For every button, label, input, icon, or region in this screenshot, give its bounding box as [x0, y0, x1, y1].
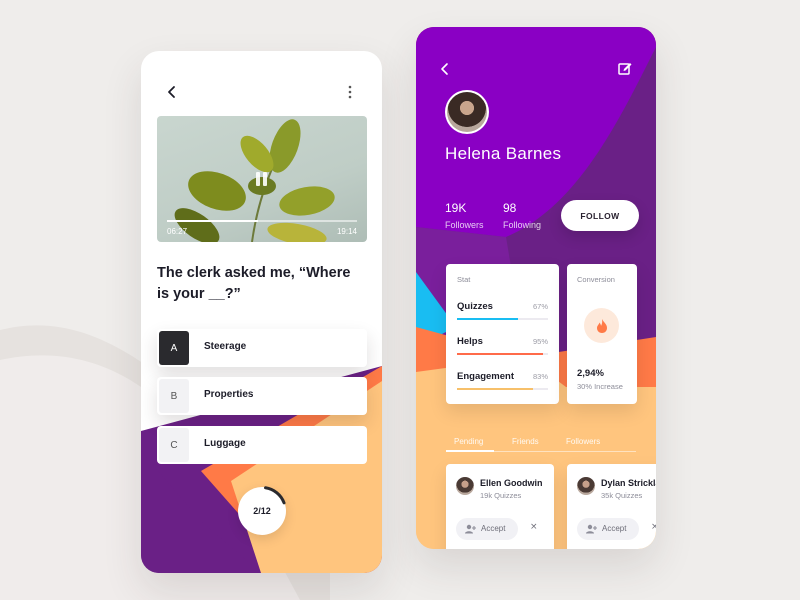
more-vertical-icon[interactable] [343, 83, 357, 101]
dismiss-icon[interactable]: × [651, 522, 656, 532]
conversion-card-title: Conversion [577, 275, 615, 284]
option-label: Steerage [204, 341, 247, 352]
followers-label: Followers [445, 220, 484, 230]
profile-avatar[interactable] [445, 90, 489, 134]
stat-engagement-percent: 83% [532, 372, 548, 381]
conversion-card: Conversion 2,94% 30% Increase [567, 264, 637, 404]
question-text: The clerk asked me, “Where is your __?” [157, 265, 351, 302]
quiz-screen: 06:27 19:14 The clerk asked me, “Where i… [141, 51, 382, 573]
profile-screen: Helena Barnes 19K Followers 98 Following… [416, 27, 656, 549]
stat-engagement-label: Engagement [457, 371, 515, 382]
option-label: Properties [204, 389, 254, 400]
friend-quizzes: 35k Quizzes [601, 491, 643, 500]
question-counter: 2/12 [238, 486, 286, 535]
conversion-increase: 30% Increase [577, 382, 623, 391]
accept-label: Accept [602, 524, 627, 533]
tab-friends[interactable]: Friends [512, 437, 539, 446]
following-count: 98 [503, 201, 517, 215]
stat-engagement-bar [457, 388, 548, 390]
follow-button[interactable]: FOLLOW [561, 200, 639, 231]
answer-option-b[interactable]: B Properties [157, 377, 367, 415]
stat-helps-percent: 95% [532, 337, 548, 346]
tab-followers[interactable]: Followers [566, 437, 600, 446]
counter-progress-ring [264, 486, 286, 505]
stat-engagement-bar-fill [457, 388, 533, 390]
stat-helps-bar-fill [457, 353, 544, 355]
friend-request-card: Ellen Goodwin 19k Quizzes Accept × [446, 464, 554, 549]
friend-name: Dylan Strickland [601, 478, 656, 488]
friend-name: Ellen Goodwin [480, 478, 543, 488]
pause-icon[interactable] [256, 172, 268, 186]
background-wave [0, 325, 330, 600]
tab-pending[interactable]: Pending [454, 437, 483, 446]
back-arrow-icon[interactable] [163, 83, 181, 101]
stat-card: Stat Quizzes 67% Helps 95% Engagement 83… [446, 264, 559, 404]
option-key: B [159, 379, 189, 413]
stat-quizzes-label: Quizzes [457, 301, 493, 312]
tab-active-indicator [446, 450, 494, 452]
stat-helps-label: Helps [457, 336, 483, 347]
following-label: Following [503, 220, 542, 230]
stat-quizzes-bar-fill [457, 318, 518, 320]
accept-button[interactable]: Accept [577, 518, 639, 540]
friend-quizzes: 19k Quizzes [480, 491, 522, 500]
option-key: A [159, 331, 189, 365]
stat-helps-bar [457, 353, 548, 355]
option-label: Luggage [204, 438, 246, 449]
followers-count: 19K [445, 201, 467, 215]
profile-name: Helena Barnes [445, 144, 562, 163]
stat-quizzes-bar [457, 318, 548, 320]
video-player[interactable]: 06:27 19:14 [157, 116, 367, 242]
add-user-icon [465, 524, 476, 534]
video-progress-bar[interactable] [167, 220, 357, 222]
friend-avatar [577, 477, 595, 495]
answer-option-c[interactable]: C Luggage [157, 426, 367, 464]
conversion-value: 2,94% [577, 368, 604, 379]
option-key: C [159, 428, 189, 462]
stat-card-title: Stat [457, 275, 471, 284]
video-progress-fill [167, 220, 259, 222]
back-arrow-icon[interactable] [437, 61, 453, 77]
dismiss-icon[interactable]: × [530, 522, 538, 532]
edit-icon[interactable] [617, 60, 633, 76]
accept-button[interactable]: Accept [456, 518, 518, 540]
flame-icon [584, 308, 619, 343]
answer-option-a[interactable]: A Steerage [157, 329, 367, 367]
video-total-time: 19:14 [336, 227, 357, 236]
add-user-icon [586, 524, 597, 534]
accept-label: Accept [481, 524, 506, 533]
friend-request-card: Dylan Strickland 35k Quizzes Accept × [567, 464, 656, 549]
video-current-time: 06:27 [167, 227, 188, 236]
stat-quizzes-percent: 67% [532, 302, 548, 311]
friend-avatar [456, 477, 474, 495]
